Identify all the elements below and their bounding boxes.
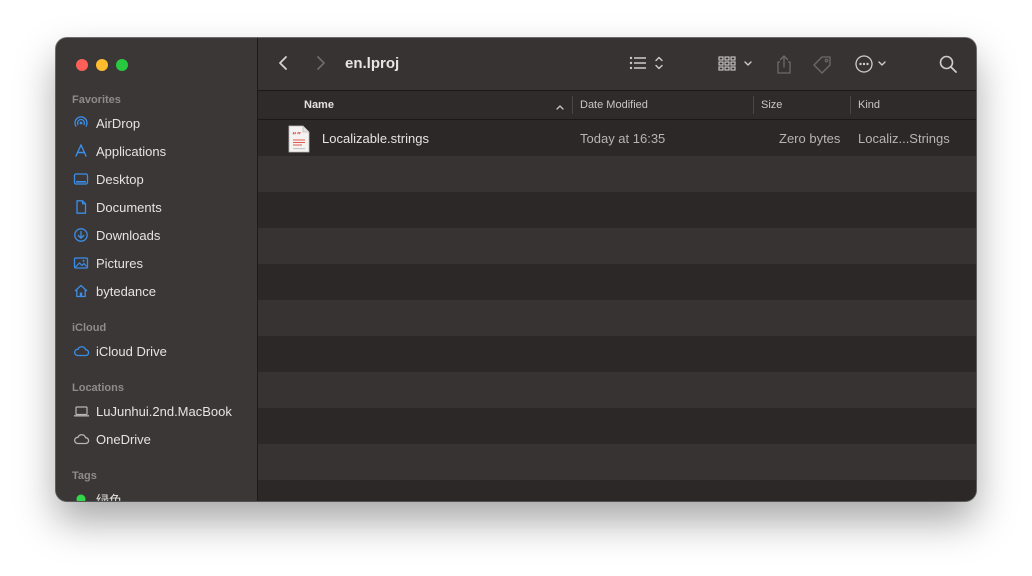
toolbar: en.lproj bbox=[258, 38, 976, 91]
document-icon bbox=[72, 199, 90, 215]
search-icon bbox=[939, 55, 957, 73]
main-pane: en.lproj Name Date Modified Size Kind “”… bbox=[258, 38, 976, 501]
forward-button[interactable] bbox=[312, 53, 328, 73]
sidebar-item-icloud-drive[interactable]: iCloud Drive bbox=[72, 340, 167, 362]
icloud-header: iCloud bbox=[72, 322, 107, 334]
file-date-modified: Today at 16:35 bbox=[580, 131, 666, 146]
empty-row bbox=[258, 228, 976, 264]
sidebar-item-label: Applications bbox=[96, 143, 167, 159]
sidebar-item-label: 绿色 bbox=[96, 492, 123, 502]
sidebar-item-macbook[interactable]: LuJunhui.2nd.MacBook bbox=[72, 400, 232, 422]
cloud-icon bbox=[72, 431, 90, 447]
tags-button[interactable] bbox=[811, 54, 835, 76]
laptop-icon bbox=[72, 403, 90, 419]
minimize-button[interactable] bbox=[96, 59, 108, 71]
sidebar-item-label: Documents bbox=[96, 199, 162, 215]
desktop-icon bbox=[72, 171, 90, 187]
locations-header: Locations bbox=[72, 382, 124, 394]
action-menu-button[interactable] bbox=[854, 54, 890, 74]
file-size: Zero bytes bbox=[779, 131, 841, 146]
file-name: Localizable.strings bbox=[322, 131, 429, 146]
empty-row bbox=[258, 156, 976, 192]
empty-row bbox=[258, 336, 976, 372]
sidebar-item-downloads[interactable]: Downloads bbox=[72, 224, 160, 246]
cloud-icon bbox=[72, 343, 90, 359]
close-button[interactable] bbox=[76, 59, 88, 71]
file-list: “” Localizable.strings Today at 16:35 Ze… bbox=[258, 120, 976, 501]
tags-header: Tags bbox=[72, 470, 97, 482]
applications-icon bbox=[72, 143, 90, 159]
pictures-icon bbox=[72, 255, 90, 271]
column-size[interactable]: Size bbox=[761, 99, 782, 111]
sidebar-item-applications[interactable]: Applications bbox=[72, 140, 166, 162]
sidebar-item-airdrop[interactable]: AirDrop bbox=[72, 112, 140, 134]
window-title: en.lproj bbox=[345, 55, 400, 72]
sidebar-item-label: Desktop bbox=[96, 171, 144, 187]
sidebar-item-label: LuJunhui.2nd.MacBook bbox=[96, 403, 232, 419]
file-kind: Localiz...Strings bbox=[858, 131, 950, 146]
group-by-button[interactable] bbox=[718, 54, 756, 74]
empty-row bbox=[258, 264, 976, 300]
chevron-left-icon bbox=[279, 56, 287, 70]
share-button[interactable] bbox=[774, 54, 794, 76]
airdrop-icon bbox=[72, 115, 90, 131]
sidebar-item-label: AirDrop bbox=[96, 115, 141, 131]
back-button[interactable] bbox=[276, 53, 292, 73]
sidebar-item-desktop[interactable]: Desktop bbox=[72, 168, 144, 190]
column-header: Name Date Modified Size Kind bbox=[258, 91, 976, 120]
empty-row bbox=[258, 408, 976, 444]
column-kind[interactable]: Kind bbox=[858, 99, 880, 111]
home-icon bbox=[72, 283, 90, 299]
table-row[interactable]: “” Localizable.strings Today at 16:35 Ze… bbox=[258, 120, 976, 156]
tag-color-dot-icon bbox=[72, 491, 90, 501]
sidebar-item-documents[interactable]: Documents bbox=[72, 196, 162, 218]
svg-text:“”: “” bbox=[292, 131, 301, 139]
sidebar-item-tag-green[interactable]: 绿色 bbox=[72, 488, 122, 501]
sort-ascending-icon[interactable] bbox=[555, 99, 565, 117]
chevron-right-icon bbox=[317, 56, 325, 70]
column-name[interactable]: Name bbox=[304, 99, 334, 111]
empty-row bbox=[258, 300, 976, 336]
sidebar: Favorites AirDrop Applications Desktop D… bbox=[56, 38, 258, 501]
empty-row bbox=[258, 372, 976, 408]
search-button[interactable] bbox=[938, 54, 958, 74]
more-options-icon bbox=[855, 55, 886, 73]
favorites-header: Favorites bbox=[72, 94, 121, 106]
sidebar-item-pictures[interactable]: Pictures bbox=[72, 252, 143, 274]
empty-row bbox=[258, 192, 976, 228]
sidebar-item-onedrive[interactable]: OneDrive bbox=[72, 428, 151, 450]
view-mode-button[interactable] bbox=[628, 54, 668, 74]
sidebar-item-label: OneDrive bbox=[96, 431, 151, 447]
column-date-modified[interactable]: Date Modified bbox=[580, 99, 648, 111]
sidebar-item-bytedance[interactable]: bytedance bbox=[72, 280, 156, 302]
column-divider[interactable] bbox=[753, 96, 754, 114]
sidebar-item-label: Pictures bbox=[96, 255, 143, 271]
window-controls bbox=[76, 59, 128, 71]
finder-window: Favorites AirDrop Applications Desktop D… bbox=[56, 38, 976, 501]
empty-row bbox=[258, 480, 976, 501]
sidebar-item-label: iCloud Drive bbox=[96, 343, 167, 359]
list-view-icon bbox=[629, 56, 663, 70]
tag-icon bbox=[813, 56, 831, 74]
grid-icon bbox=[718, 56, 752, 71]
column-divider[interactable] bbox=[572, 96, 573, 114]
download-icon bbox=[72, 227, 90, 243]
share-icon bbox=[777, 55, 791, 74]
column-divider[interactable] bbox=[850, 96, 851, 114]
sidebar-item-label: bytedance bbox=[96, 283, 156, 299]
empty-row bbox=[258, 444, 976, 480]
zoom-button[interactable] bbox=[116, 59, 128, 71]
strings-file-icon: “” bbox=[288, 125, 310, 158]
sidebar-item-label: Downloads bbox=[96, 227, 161, 243]
